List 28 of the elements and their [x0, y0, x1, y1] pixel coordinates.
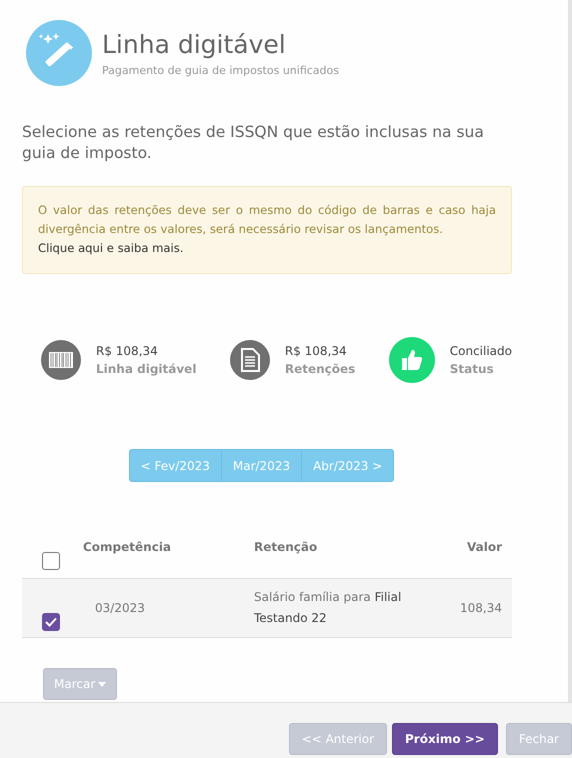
- page-title: Linha digitável: [102, 30, 287, 60]
- footer-button[interactable]: Próximo >>: [392, 723, 498, 755]
- row-checkbox[interactable]: [42, 613, 60, 631]
- summary-label: Linha digitável: [96, 361, 196, 378]
- table-cell-text: 03/2023: [94, 600, 146, 616]
- instruction-text: Selecione as retenções de ISSQN que estão inclusas na sua guia de imposto.: [22, 122, 485, 164]
- summary-value: R$ 108,34: [284, 343, 348, 360]
- caret-icon: [98, 682, 106, 686]
- mark-dropdown-button[interactable]: Marcar: [43, 668, 118, 700]
- page-subtitle: Pagamento de guia de impostos unificados: [102, 64, 339, 76]
- footer-button[interactable]: << Anterior: [288, 723, 388, 755]
- summary-value: Conciliado: [450, 343, 512, 360]
- learn-more-link[interactable]: Clique aqui e saiba mais.: [38, 239, 184, 258]
- column-header: Valor: [466, 539, 503, 554]
- select-all-checkbox[interactable]: [42, 552, 60, 570]
- table-cell-text: 108,34: [459, 600, 503, 616]
- summary-label: Status: [450, 361, 495, 378]
- magic-wand-icon: [26, 20, 92, 86]
- alert-message: O valor das retenções deve ser o mesmo do código de barras e caso haja divergência entre os valores, será necessário revisar os lançamentos.: [38, 202, 496, 238]
- summary-value: R$ 108,34: [96, 343, 159, 360]
- column-header: Competência: [83, 539, 172, 554]
- month-button[interactable]: Abr/2023 >: [301, 449, 394, 482]
- column-header: Retenção: [254, 539, 318, 554]
- summary-label: Retenções: [284, 361, 356, 378]
- footer-button[interactable]: Fechar: [506, 723, 572, 755]
- month-button[interactable]: Mar/2023: [220, 449, 302, 482]
- table-cell-text: Salário família para Filial Testando 22: [254, 589, 402, 627]
- month-button[interactable]: < Fev/2023: [128, 449, 222, 482]
